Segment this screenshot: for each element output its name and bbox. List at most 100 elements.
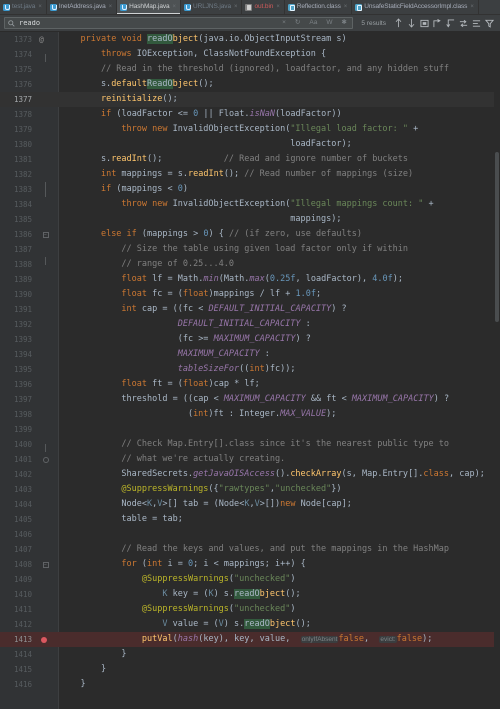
- code-line[interactable]: 1413 putVal(hash(key), key, value, onlyI…: [0, 632, 500, 647]
- code-line[interactable]: 1378 if (loadFactor <= 0 || Float.isNaN(…: [0, 107, 500, 122]
- fold-end-icon[interactable]: [43, 457, 49, 463]
- code-line[interactable]: 1374 throws IOException, ClassNotFoundEx…: [0, 47, 500, 62]
- code-line[interactable]: 1380 loadFactor);: [0, 137, 500, 152]
- code-line[interactable]: 1384 throw new InvalidObjectException("I…: [0, 197, 500, 212]
- close-tab-icon[interactable]: ×: [234, 4, 238, 10]
- words-icon[interactable]: W: [324, 20, 335, 27]
- gutter-marker[interactable]: @: [36, 32, 54, 47]
- gutter-marker[interactable]: [36, 317, 54, 332]
- editor-tab-reflection-class[interactable]: Reflection.class×: [285, 0, 352, 14]
- code-line[interactable]: 1388 // range of 0.25...4.0: [0, 257, 500, 272]
- code-editor[interactable]: 1373@ private void readObject(java.io.Ob…: [0, 32, 500, 709]
- code-line[interactable]: 1373@ private void readObject(java.io.Ob…: [0, 32, 500, 47]
- editor-tab-unsafestaticfieldaccessorimpl-class[interactable]: UnsafeStaticFieldAccessorImpl.class×: [352, 0, 479, 14]
- code-line[interactable]: 1401 // what we're actually creating.: [0, 452, 500, 467]
- gutter-marker[interactable]: [36, 632, 54, 647]
- gutter-marker[interactable]: [36, 137, 54, 152]
- gutter-marker[interactable]: [36, 242, 54, 257]
- code-line[interactable]: 1392 DEFAULT_INITIAL_CAPACITY :: [0, 317, 500, 332]
- fold-collapse-icon[interactable]: −: [43, 562, 49, 568]
- gutter-marker[interactable]: [36, 332, 54, 347]
- code-line[interactable]: 1390 float fc = (float)mappings / lf + 1…: [0, 287, 500, 302]
- find-toolbar[interactable]: reado × ↻ Aa W ✱ 5 results: [0, 15, 500, 32]
- code-line[interactable]: 1382 int mappings = s.readInt(); // Read…: [0, 167, 500, 182]
- code-line[interactable]: 1394 MAXIMUM_CAPACITY :: [0, 347, 500, 362]
- gutter-marker[interactable]: [36, 527, 54, 542]
- gutter-marker[interactable]: [36, 152, 54, 167]
- code-line[interactable]: 1400 // Check Map.Entry[].class since it…: [0, 437, 500, 452]
- gutter-marker[interactable]: [36, 602, 54, 617]
- search-input[interactable]: reado × ↻ Aa W ✱: [4, 17, 353, 29]
- close-tab-icon[interactable]: ×: [109, 4, 113, 10]
- gutter-marker[interactable]: [36, 257, 54, 272]
- code-line[interactable]: 1409 @SuppressWarnings("unchecked"): [0, 572, 500, 587]
- code-line[interactable]: 1398 (int)ft : Integer.MAX_VALUE);: [0, 407, 500, 422]
- code-lines[interactable]: 1373@ private void readObject(java.io.Ob…: [0, 32, 500, 692]
- gutter-marker[interactable]: −: [36, 557, 54, 572]
- gutter-marker[interactable]: [36, 482, 54, 497]
- code-line[interactable]: 1379 throw new InvalidObjectException("I…: [0, 122, 500, 137]
- code-line[interactable]: 1405 table = tab;: [0, 512, 500, 527]
- code-line[interactable]: 1385 mappings);: [0, 212, 500, 227]
- gutter-marker[interactable]: [36, 572, 54, 587]
- gutter-marker[interactable]: [36, 452, 54, 467]
- gutter-marker[interactable]: [36, 287, 54, 302]
- editor-tab-out-bin[interactable]: out.bin×: [242, 0, 284, 14]
- code-line[interactable]: 1381 s.readInt(); // Read and ignore num…: [0, 152, 500, 167]
- gutter-marker[interactable]: [36, 92, 54, 107]
- close-tab-icon[interactable]: ×: [276, 4, 280, 10]
- editor-tab-inetaddress-java[interactable]: InetAddress.java×: [47, 0, 117, 14]
- code-line[interactable]: 1376 s.defaultReadObject();: [0, 77, 500, 92]
- code-line[interactable]: 1397 threshold = ((cap < MAXIMUM_CAPACIT…: [0, 392, 500, 407]
- open-in-find-window-button[interactable]: [431, 17, 444, 30]
- select-all-occurrences-button[interactable]: [418, 17, 431, 30]
- search-history-icon[interactable]: ↻: [292, 20, 302, 27]
- code-line[interactable]: 1408− for (int i = 0; i < mappings; i++)…: [0, 557, 500, 572]
- gutter-marker[interactable]: [36, 542, 54, 557]
- code-line[interactable]: 1389 float lf = Math.min(Math.max(0.25f,…: [0, 272, 500, 287]
- code-line[interactable]: 1414 }: [0, 647, 500, 662]
- code-line[interactable]: 1375 // Read in the threshold (ignored),…: [0, 62, 500, 77]
- code-line[interactable]: 1410 K key = (K) s.readObject();: [0, 587, 500, 602]
- gutter-marker[interactable]: [36, 197, 54, 212]
- gutter-marker[interactable]: −: [36, 227, 54, 242]
- code-line[interactable]: 1399: [0, 422, 500, 437]
- fold-region-line[interactable]: [45, 182, 46, 197]
- close-tab-icon[interactable]: ×: [470, 4, 474, 10]
- gutter-marker[interactable]: [36, 407, 54, 422]
- gutter-marker[interactable]: [36, 272, 54, 287]
- code-line[interactable]: 1411 @SuppressWarnings("unchecked"): [0, 602, 500, 617]
- gutter-marker[interactable]: [36, 167, 54, 182]
- previous-occurrence-button[interactable]: [392, 17, 405, 30]
- gutter-marker[interactable]: [36, 77, 54, 92]
- code-line[interactable]: 1393 (fc >= MAXIMUM_CAPACITY) ?: [0, 332, 500, 347]
- find-in-selection-button[interactable]: [470, 17, 483, 30]
- editor-tab-test-java[interactable]: test.java×: [0, 0, 47, 14]
- close-tab-icon[interactable]: ×: [38, 4, 42, 10]
- gutter-marker[interactable]: [36, 662, 54, 677]
- gutter-marker[interactable]: [36, 107, 54, 122]
- clear-search-icon[interactable]: ×: [280, 20, 289, 27]
- code-line[interactable]: 1415 }: [0, 662, 500, 677]
- code-line[interactable]: 1416 }: [0, 677, 500, 692]
- gutter-marker[interactable]: [36, 47, 54, 62]
- code-line[interactable]: 1386− else if (mappings > 0) { // (if ze…: [0, 227, 500, 242]
- preserve-case-button[interactable]: [457, 17, 470, 30]
- code-line[interactable]: 1387 // Size the table using given load …: [0, 242, 500, 257]
- gutter-marker[interactable]: [36, 422, 54, 437]
- fold-collapse-icon[interactable]: −: [43, 232, 49, 238]
- fold-region-line[interactable]: [45, 257, 46, 265]
- code-line[interactable]: 1404 Node<K,V>[] tab = (Node<K,V>[])new …: [0, 497, 500, 512]
- editor-scrollbar[interactable]: [494, 32, 500, 709]
- gutter-marker[interactable]: [36, 347, 54, 362]
- editor-tab-hashmap-java[interactable]: HashMap.java×: [117, 0, 181, 14]
- override-annotation-icon[interactable]: @: [39, 32, 44, 47]
- fold-region-line[interactable]: [45, 444, 46, 452]
- gutter-marker[interactable]: [36, 497, 54, 512]
- breakpoint-icon[interactable]: [41, 637, 47, 643]
- gutter-marker[interactable]: [36, 212, 54, 227]
- gutter-marker[interactable]: [36, 677, 54, 692]
- code-line[interactable]: 1402 SharedSecrets.getJavaOISAccess().ch…: [0, 467, 500, 482]
- editor-tab-bar[interactable]: test.java×InetAddress.java×HashMap.java×…: [0, 0, 500, 15]
- code-line[interactable]: 1403 @SuppressWarnings({"rawtypes","unch…: [0, 482, 500, 497]
